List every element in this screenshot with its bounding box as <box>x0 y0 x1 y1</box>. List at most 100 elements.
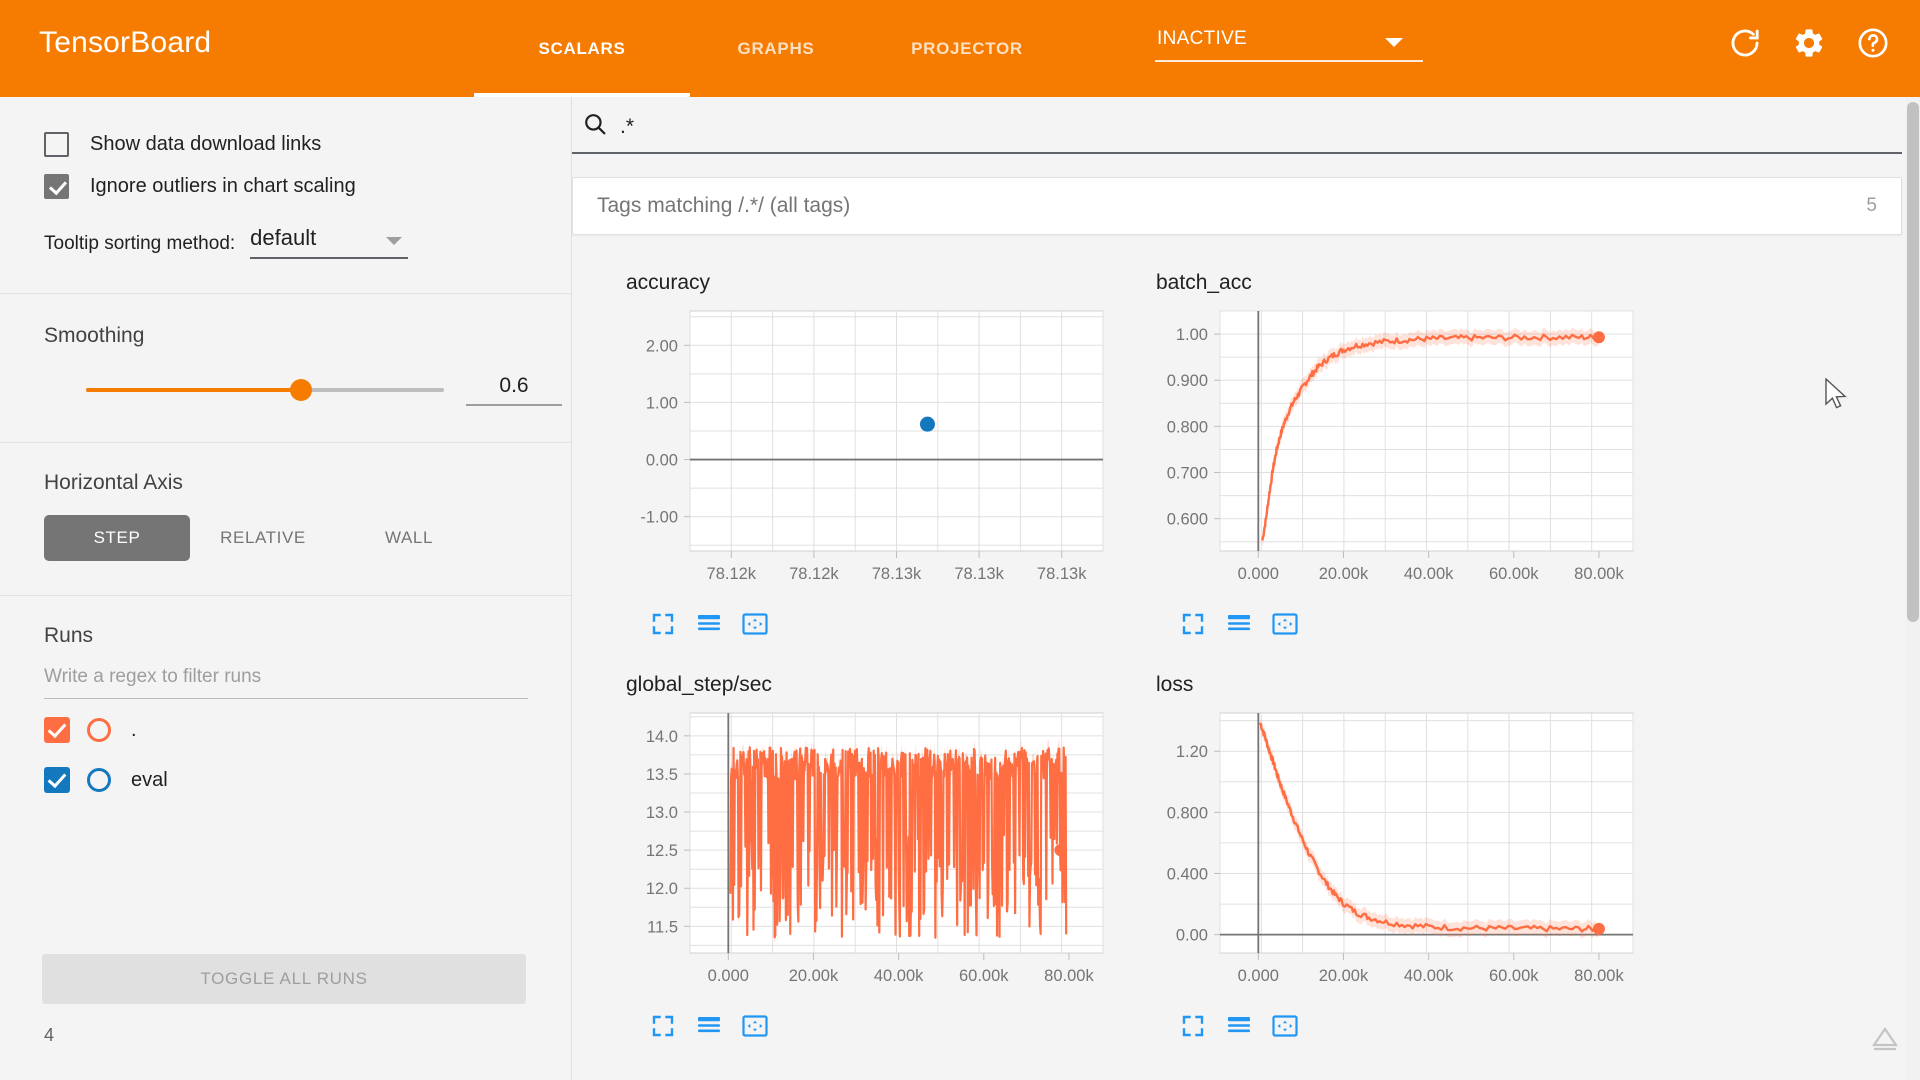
smoothing-title: Smoothing <box>44 324 571 348</box>
runs-count: 4 <box>44 1025 54 1046</box>
tags-header-card[interactable]: Tags matching /.*/ (all tags) 5 <box>572 177 1902 235</box>
svg-text:14.0: 14.0 <box>646 728 678 746</box>
svg-text:11.5: 11.5 <box>647 918 678 936</box>
smoothing-section: Smoothing 0.6 <box>0 294 571 406</box>
tab-scalars[interactable]: SCALARS <box>474 0 690 97</box>
axis-option-relative-label: RELATIVE <box>220 528 306 548</box>
svg-text:0.600: 0.600 <box>1167 511 1208 529</box>
data-series-icon[interactable] <box>696 611 722 637</box>
ignore-outliers-checkbox-row[interactable]: Ignore outliers in chart scaling <box>44 169 571 203</box>
svg-text:78.12k: 78.12k <box>789 565 839 583</box>
show-download-links-label: Show data download links <box>90 133 321 156</box>
search-bar: .* <box>572 97 1902 167</box>
chart-card-global-step-sec: global_step/sec 14.013.513.012.512.011.5… <box>598 673 1118 1073</box>
data-series-icon[interactable] <box>696 1013 722 1039</box>
chart-toolbar <box>1180 1013 1648 1039</box>
main-tabs: SCALARS GRAPHS PROJECTOR <box>474 0 1072 97</box>
svg-text:40.00k: 40.00k <box>1404 967 1454 985</box>
fit-domain-icon[interactable] <box>742 1013 768 1039</box>
run-checkbox[interactable] <box>44 717 70 743</box>
toggle-all-runs-button[interactable]: TOGGLE ALL RUNS <box>42 954 526 1004</box>
run-color-circle-icon <box>87 768 111 792</box>
ignore-outliers-checkbox[interactable] <box>44 174 69 199</box>
svg-text:80.00k: 80.00k <box>1044 967 1094 985</box>
smoothing-slider[interactable] <box>86 388 444 392</box>
tags-count: 5 <box>1866 195 1877 217</box>
svg-text:-1.00: -1.00 <box>640 509 678 527</box>
svg-text:1.00: 1.00 <box>1176 326 1208 344</box>
show-download-links-checkbox[interactable] <box>44 132 69 157</box>
gear-icon[interactable] <box>1790 24 1828 62</box>
help-icon[interactable] <box>1854 24 1892 62</box>
run-item-dot[interactable]: . <box>44 711 571 749</box>
fit-domain-icon[interactable] <box>1272 611 1298 637</box>
app-brand: TensorBoard <box>39 26 211 60</box>
chart-toolbar <box>650 611 1118 637</box>
tag-search-field[interactable]: .* <box>572 111 1902 154</box>
chart-plot-area[interactable]: 1.000.9000.8000.7000.6000.00020.00k40.00… <box>1128 303 1648 603</box>
chart-card-accuracy: accuracy 2.001.000.00-1.0078.12k78.12k78… <box>598 271 1118 671</box>
svg-text:20.00k: 20.00k <box>1319 565 1369 583</box>
data-series-icon[interactable] <box>1226 1013 1252 1039</box>
expand-icon[interactable] <box>650 611 676 637</box>
svg-text:78.13k: 78.13k <box>872 565 922 583</box>
run-item-eval[interactable]: eval <box>44 761 571 799</box>
expand-icon[interactable] <box>1180 1013 1206 1039</box>
run-name: eval <box>131 769 168 792</box>
svg-text:0.700: 0.700 <box>1167 465 1208 483</box>
horizontal-axis-title: Horizontal Axis <box>44 471 571 495</box>
run-color-circle-icon <box>87 718 111 742</box>
tags-matching-title: Tags matching /.*/ (all tags) <box>597 194 850 218</box>
search-icon <box>582 111 608 142</box>
show-download-links-checkbox-row[interactable]: Show data download links <box>44 127 571 161</box>
chart-svg: 2.001.000.00-1.0078.12k78.12k78.13k78.13… <box>598 303 1118 603</box>
chart-plot-area[interactable]: 1.200.8000.4000.000.00020.00k40.00k60.00… <box>1128 705 1648 1005</box>
fit-domain-icon[interactable] <box>742 611 768 637</box>
main-content: .* Tags matching /.*/ (all tags) 5 accur… <box>572 97 1920 1080</box>
inactive-plugins-dropdown[interactable]: INACTIVE <box>1155 28 1425 70</box>
svg-text:20.00k: 20.00k <box>1319 967 1369 985</box>
data-series-icon[interactable] <box>1226 611 1252 637</box>
fit-domain-icon[interactable] <box>1272 1013 1298 1039</box>
chevron-down-icon <box>1385 38 1403 47</box>
axis-option-wall-label: WALL <box>385 528 433 548</box>
main-scrollbar-thumb[interactable] <box>1907 102 1919 622</box>
expand-icon[interactable] <box>1180 611 1206 637</box>
chart-toolbar <box>1180 611 1648 637</box>
svg-text:60.00k: 60.00k <box>959 967 1009 985</box>
runs-filter-input[interactable]: Write a regex to filter runs <box>44 666 528 699</box>
svg-text:0.800: 0.800 <box>1167 418 1208 436</box>
svg-text:0.400: 0.400 <box>1167 866 1208 884</box>
svg-text:78.13k: 78.13k <box>1037 565 1087 583</box>
refresh-icon[interactable] <box>1726 24 1764 62</box>
svg-text:0.900: 0.900 <box>1167 372 1208 390</box>
axis-option-relative[interactable]: RELATIVE <box>190 515 336 561</box>
smoothing-slider-knob[interactable] <box>290 379 312 401</box>
svg-text:12.0: 12.0 <box>646 880 678 898</box>
horizontal-axis-section: Horizontal Axis STEP RELATIVE WALL <box>0 443 571 561</box>
axis-option-wall[interactable]: WALL <box>336 515 482 561</box>
tensorboard-logo-watermark <box>1868 1023 1902 1062</box>
inactive-dropdown-underline <box>1155 60 1423 62</box>
expand-icon[interactable] <box>650 1013 676 1039</box>
tab-projector[interactable]: PROJECTOR <box>862 0 1072 97</box>
svg-text:80.00k: 80.00k <box>1574 967 1624 985</box>
toggle-all-runs-label: TOGGLE ALL RUNS <box>200 969 367 989</box>
horizontal-axis-options: STEP RELATIVE WALL <box>44 515 571 561</box>
top-bar-icons <box>1726 24 1892 62</box>
smoothing-row: 0.6 <box>44 374 571 406</box>
chart-card-batch-acc: batch_acc 1.000.9000.8000.7000.6000.0002… <box>1128 271 1648 671</box>
chart-plot-area[interactable]: 2.001.000.00-1.0078.12k78.12k78.13k78.13… <box>598 303 1118 603</box>
tooltip-sorting-label: Tooltip sorting method: <box>44 233 235 259</box>
tooltip-sorting-select[interactable]: default <box>250 225 408 259</box>
run-checkbox[interactable] <box>44 767 70 793</box>
runs-section: Runs Write a regex to filter runs . eval <box>0 596 571 799</box>
axis-option-step[interactable]: STEP <box>44 515 190 561</box>
chart-card-loss: loss 1.200.8000.4000.000.00020.00k40.00k… <box>1128 673 1648 1073</box>
svg-text:12.5: 12.5 <box>646 842 678 860</box>
tab-graphs[interactable]: GRAPHS <box>690 0 862 97</box>
chart-plot-area[interactable]: 14.013.513.012.512.011.50.00020.00k40.00… <box>598 705 1118 1005</box>
tab-projector-label: PROJECTOR <box>911 39 1023 59</box>
smoothing-value-input[interactable]: 0.6 <box>466 374 562 406</box>
chart-svg: 1.000.9000.8000.7000.6000.00020.00k40.00… <box>1128 303 1648 603</box>
